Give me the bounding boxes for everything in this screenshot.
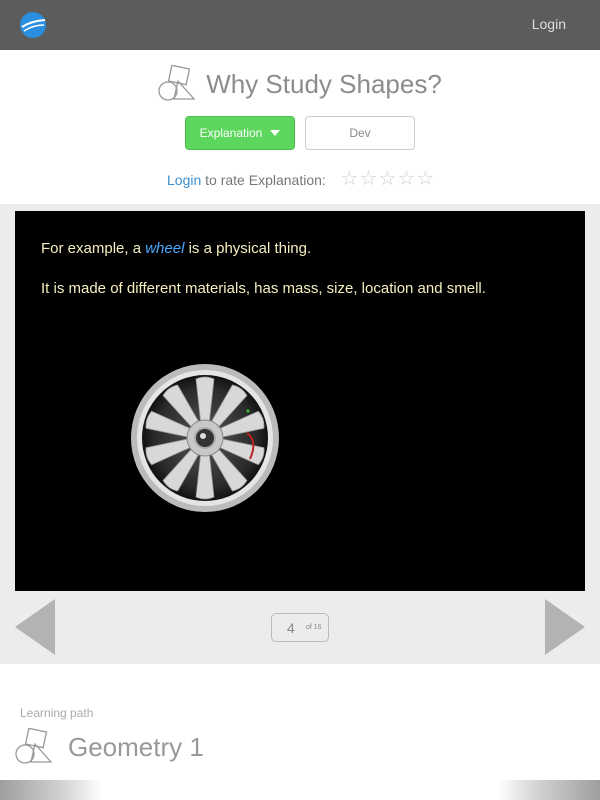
star-icon[interactable]: ☆ (397, 168, 416, 190)
shapes-icon (158, 65, 196, 101)
caret-down-icon (270, 130, 281, 136)
login-link[interactable]: Login (532, 16, 566, 32)
slide-text-line2: It is made of different materials, has m… (41, 280, 486, 297)
star-icon[interactable]: ☆ (416, 168, 435, 190)
rating-prompt: Login to rate Explanation: (167, 172, 326, 188)
slide-pager[interactable]: 4 of 16 (271, 613, 329, 642)
explanation-dropdown-button[interactable]: Explanation (185, 116, 295, 150)
app-logo-icon[interactable] (19, 11, 47, 39)
explanation-label: Explanation (199, 126, 263, 140)
learning-path-link[interactable]: Geometry 1 (15, 728, 204, 766)
rating-stars[interactable]: ☆ ☆ ☆ ☆ ☆ (340, 168, 435, 190)
page-title-row: Why Study Shapes? (0, 64, 600, 104)
star-icon[interactable]: ☆ (340, 168, 359, 190)
current-slide-number: 4 (287, 620, 295, 636)
rating-prompt-text: to rate Explanation: (201, 172, 326, 188)
top-bar: Login (0, 0, 600, 50)
rating-login-link[interactable]: Login (167, 172, 201, 188)
star-icon[interactable]: ☆ (378, 168, 397, 190)
learning-path-title: Geometry 1 (68, 731, 204, 762)
slide-text-line1: For example, a wheel is a physical thing… (41, 240, 312, 257)
page-title: Why Study Shapes? (206, 68, 442, 99)
previous-slide-button[interactable] (15, 599, 55, 655)
emphasis-word: wheel (145, 240, 185, 257)
footer-bar (0, 780, 600, 800)
dev-label: Dev (349, 126, 371, 140)
slide-canvas: For example, a wheel is a physical thing… (15, 211, 585, 591)
shapes-icon (15, 728, 53, 764)
learning-path-label: Learning path (20, 706, 94, 720)
total-slides-label: of 16 (306, 624, 322, 631)
next-slide-button[interactable] (545, 599, 585, 655)
dev-button[interactable]: Dev (305, 116, 415, 150)
star-icon[interactable]: ☆ (359, 168, 378, 190)
wheel-image (131, 364, 279, 512)
